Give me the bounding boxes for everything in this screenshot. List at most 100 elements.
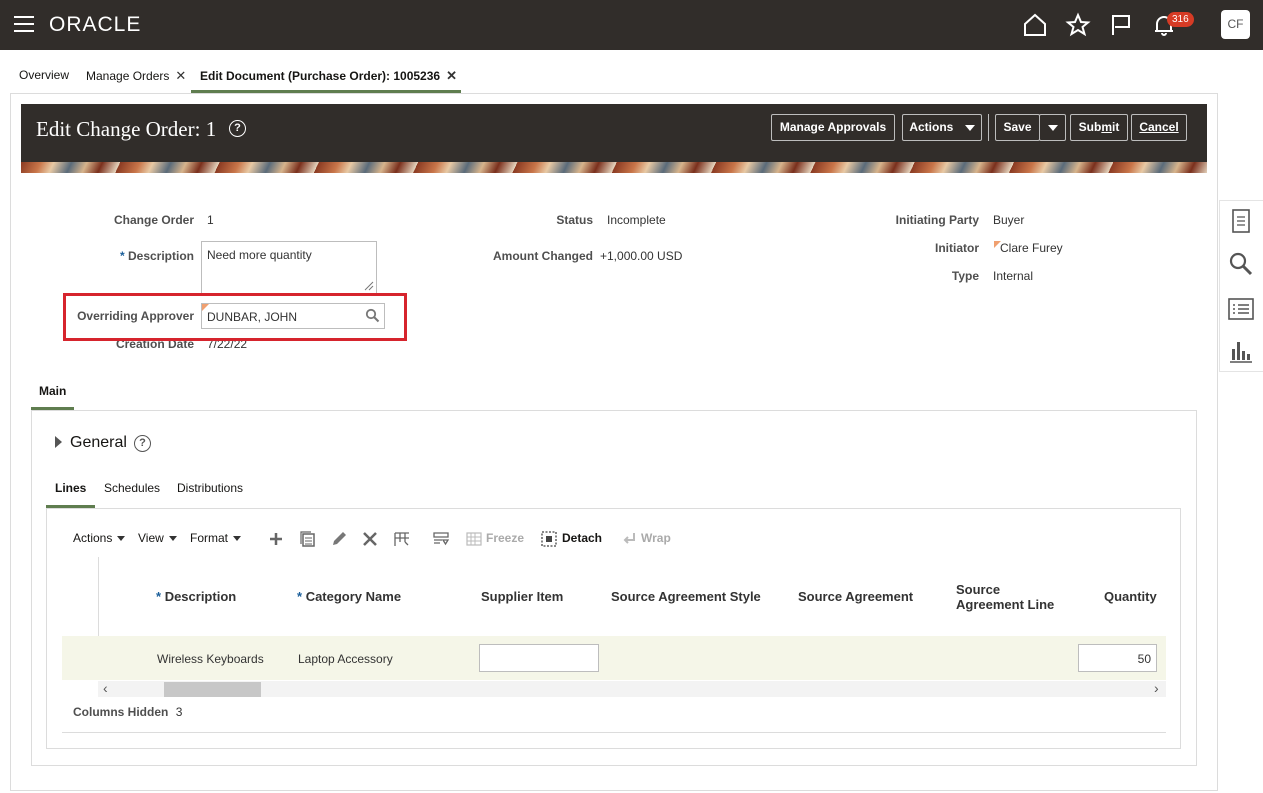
detach-button[interactable]: Detach [562, 531, 602, 545]
edit-icon[interactable] [330, 530, 348, 548]
save-button[interactable]: Save [995, 114, 1040, 141]
tab-edit-document[interactable]: Edit Document (Purchase Order): 1005236 ✕ [200, 68, 457, 84]
column-header-source-agreement[interactable]: Source Agreement [798, 589, 913, 604]
submit-button[interactable]: Submit [1070, 114, 1128, 141]
search-icon[interactable] [1227, 250, 1255, 278]
submit-label: Sub [1078, 120, 1102, 134]
close-icon[interactable]: ✕ [175, 68, 186, 83]
flag-icon[interactable] [1108, 12, 1134, 38]
general-section-title[interactable]: General [70, 434, 127, 452]
initiator-value: Clare Furey [1000, 241, 1063, 255]
document-tabs: Overview Manage Orders ✕ Edit Document (P… [0, 50, 1263, 94]
search-icon[interactable] [365, 308, 380, 323]
required-icon: * [297, 589, 303, 604]
column-header-category[interactable]: * Category Name [297, 589, 401, 604]
view-menu[interactable]: View [138, 531, 177, 545]
user-avatar[interactable]: CF [1221, 10, 1250, 39]
oracle-logo[interactable]: ORACLE [49, 13, 141, 37]
cell-description: Wireless Keyboards [157, 652, 264, 666]
initiating-party-value: Buyer [993, 213, 1025, 227]
dropdown-caret-icon [1047, 124, 1058, 131]
tab-main[interactable]: Main [39, 384, 66, 398]
dropdown-caret-icon [233, 536, 242, 542]
status-value: Incomplete [607, 213, 666, 227]
close-icon[interactable]: ✕ [446, 68, 457, 83]
list-icon[interactable] [1227, 295, 1255, 323]
menu-icon[interactable] [14, 16, 34, 32]
column-header-agreement-line[interactable]: Source Agreement Line [956, 582, 1054, 612]
resize-grip-icon[interactable] [364, 281, 374, 291]
global-header: ORACLE 316 CF [0, 0, 1263, 50]
actions-label: Actions [909, 120, 954, 134]
actions-menu-button[interactable]: Actions [902, 114, 982, 141]
scrollbar-thumb[interactable] [164, 682, 261, 697]
cancel-label: ancel [1147, 120, 1179, 134]
column-header-supplier-item[interactable]: Supplier Item [481, 589, 563, 604]
duplicate-icon[interactable] [299, 530, 317, 548]
wrap-icon [623, 533, 635, 544]
tab-overview[interactable]: Overview [19, 68, 69, 82]
save-options-button[interactable] [1039, 114, 1066, 141]
scroll-left-icon[interactable]: ‹ [103, 680, 108, 696]
tab-label: Overview [19, 68, 70, 82]
column-header-label: Description [164, 589, 237, 604]
star-icon[interactable] [1065, 12, 1091, 38]
document-icon[interactable] [1227, 207, 1255, 235]
tab-schedules[interactable]: Schedules [104, 481, 160, 495]
actions-menu[interactable]: Actions [73, 531, 126, 545]
submit-label: it [1112, 120, 1120, 134]
change-order-value: 1 [207, 213, 214, 227]
expand-triangle-icon[interactable] [55, 436, 62, 448]
columns-hidden-value: 3 [175, 705, 183, 719]
query-by-example-icon[interactable] [432, 530, 450, 548]
wrap-button: Wrap [641, 531, 671, 545]
overriding-approver-input[interactable]: DUNBAR, JOHN [201, 303, 385, 329]
add-icon[interactable] [267, 530, 285, 548]
column-header-label: Agreement Line [956, 597, 1055, 612]
required-icon: * [156, 589, 162, 604]
dropdown-caret-icon [964, 124, 975, 131]
view-menu-label: View [138, 531, 164, 545]
column-header-label: Source [956, 582, 1001, 597]
analytics-icon[interactable] [1227, 337, 1255, 365]
manage-approvals-button[interactable]: Manage Approvals [771, 114, 895, 141]
cancel-button[interactable]: Cancel [1131, 114, 1187, 141]
supplier-item-input[interactable] [479, 644, 599, 672]
column-header-description[interactable]: * Description [156, 589, 236, 604]
tab-lines[interactable]: Lines [55, 481, 86, 495]
change-order-label: Change Order [113, 213, 194, 227]
quantity-input[interactable]: 50 [1078, 644, 1157, 672]
amount-changed-value: +1,000.00 USD [600, 249, 683, 263]
scroll-right-icon[interactable]: › [1154, 680, 1159, 696]
type-label: Type [951, 269, 979, 283]
tab-label: Edit Document (Purchase Order): 1005236 [200, 69, 441, 83]
columns-hidden-label: Columns Hidden [73, 705, 169, 719]
approver-value: DUNBAR, JOHN [207, 310, 298, 324]
detach-icon[interactable] [540, 530, 558, 548]
divider [62, 732, 1166, 733]
column-header-quantity[interactable]: Quantity [1104, 589, 1157, 604]
status-label: Status [556, 213, 593, 227]
freeze-icon [466, 532, 482, 546]
column-header-label: Category Name [305, 589, 402, 604]
format-menu[interactable]: Format [190, 531, 242, 545]
help-icon[interactable]: ? [229, 120, 246, 137]
description-label: * Description [80, 249, 194, 263]
tab-distributions[interactable]: Distributions [177, 481, 243, 495]
help-icon[interactable]: ? [134, 435, 151, 452]
initiator-label: Initiator [935, 241, 979, 255]
format-menu-label: Format [190, 531, 229, 545]
cell-category: Laptop Accessory [298, 652, 393, 666]
submit-accesskey: m [1101, 120, 1112, 134]
column-header-agreement-style[interactable]: Source Agreement Style [611, 589, 761, 604]
notification-badge: 316 [1167, 12, 1194, 27]
required-icon: * [119, 249, 125, 263]
tab-manage-orders[interactable]: Manage Orders ✕ [86, 68, 186, 84]
home-icon[interactable] [1022, 12, 1048, 38]
columns-icon[interactable] [393, 530, 411, 548]
description-label-text: Description [127, 249, 194, 263]
description-textarea[interactable]: Need more quantity [201, 241, 377, 294]
page-title: Edit Change Order: 1 [36, 117, 217, 141]
columns-hidden: Columns Hidden 3 [73, 705, 182, 719]
delete-icon[interactable] [361, 530, 379, 548]
